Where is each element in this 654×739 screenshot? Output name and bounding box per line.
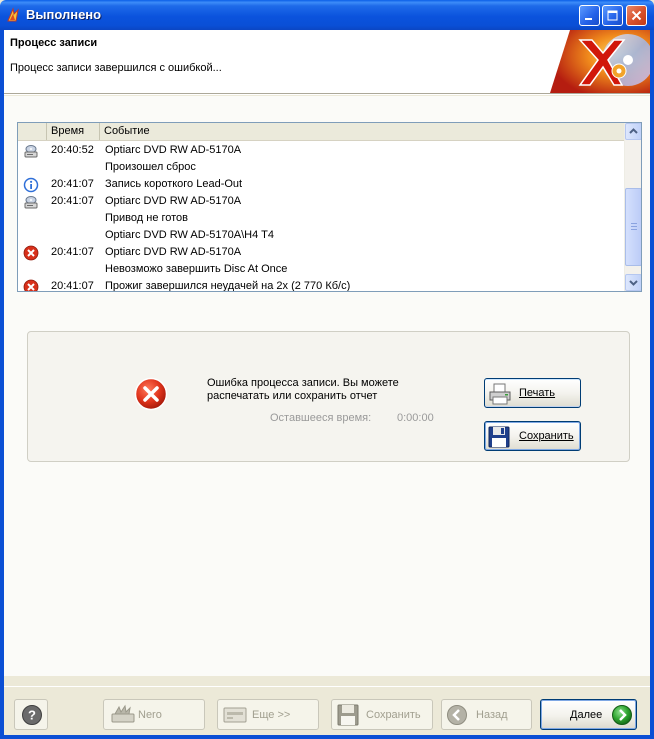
maximize-button[interactable] xyxy=(602,5,623,26)
header-divider xyxy=(4,93,650,95)
log-time: 20:41:07 xyxy=(51,280,94,292)
back-button[interactable]: Назад xyxy=(441,699,532,730)
window-frame-bottom xyxy=(0,735,654,739)
drive-options-icon xyxy=(223,707,247,723)
nero-label: Nero xyxy=(138,708,162,721)
log-list[interactable]: Время Событие 20:40:52 Optiarc DVD RW AD… xyxy=(17,122,642,292)
header-subtitle: Процесс записи завершился с ошибкой... xyxy=(10,62,222,74)
nero-button[interactable]: Nero xyxy=(103,699,205,730)
column-icon[interactable] xyxy=(18,123,47,140)
wizard-header: Процесс записи Процесс записи завершился… xyxy=(4,30,650,93)
arrow-right-icon xyxy=(612,705,632,725)
footer-save-button[interactable]: Сохранить xyxy=(331,699,433,730)
nero-burn-icon xyxy=(111,704,135,723)
log-row[interactable]: Optiarc DVD RW AD-5170A\H4 T4 xyxy=(18,227,625,244)
more-label: Еще >> xyxy=(252,708,291,721)
nero-flame-icon xyxy=(7,7,19,22)
log-row[interactable]: Произошел сброс xyxy=(18,159,625,176)
header-title: Процесс записи xyxy=(10,37,98,49)
chevron-down-icon xyxy=(629,280,638,286)
arrow-left-icon xyxy=(447,705,467,725)
help-button[interactable]: ? xyxy=(14,699,48,730)
title-bar[interactable]: Выполнено xyxy=(0,0,654,30)
log-event: Optiarc DVD RW AD-5170A\H4 T4 xyxy=(105,229,274,241)
log-event: Optiarc DVD RW AD-5170A xyxy=(105,195,242,207)
log-header: Время Событие xyxy=(18,123,625,141)
error-icon xyxy=(23,245,39,261)
log-row[interactable]: 20:40:52 Optiarc DVD RW AD-5170A xyxy=(18,142,625,159)
print-button[interactable]: Печать xyxy=(484,378,581,408)
log-row[interactable]: 20:41:07 Optiarc DVD RW AD-5170A xyxy=(18,244,625,261)
drive-icon xyxy=(24,145,38,158)
log-row[interactable]: 20:41:07 Optiarc DVD RW AD-5170A xyxy=(18,193,625,210)
minimize-icon xyxy=(585,18,592,20)
scroll-up-button[interactable] xyxy=(625,123,641,140)
svg-text:?: ? xyxy=(28,708,36,723)
log-row[interactable]: Невозможо завершить Disc At Once xyxy=(18,261,625,278)
floppy-icon xyxy=(488,426,510,448)
log-event: Привод не готов xyxy=(105,212,189,224)
column-time[interactable]: Время xyxy=(47,123,100,140)
printer-icon xyxy=(489,383,511,405)
more-button[interactable]: Еще >> xyxy=(217,699,319,730)
error-icon xyxy=(23,279,39,291)
print-label: Печать xyxy=(519,387,556,399)
window-title: Выполнено xyxy=(26,7,102,22)
log-time: 20:41:07 xyxy=(51,246,94,258)
footer-save-label: Сохранить xyxy=(366,708,421,721)
next-label: Далее xyxy=(570,708,603,721)
log-body: 20:40:52 Optiarc DVD RW AD-5170A Произош… xyxy=(18,142,625,292)
chevron-up-icon xyxy=(629,128,638,134)
error-icon xyxy=(134,377,168,411)
minimize-button[interactable] xyxy=(579,5,600,26)
log-event: Optiarc DVD RW AD-5170A xyxy=(105,144,242,156)
drive-icon xyxy=(24,196,38,209)
log-time: 20:41:07 xyxy=(51,178,94,190)
close-button[interactable] xyxy=(626,5,647,26)
log-event: Невозможо завершить Disc At Once xyxy=(105,263,288,275)
help-icon: ? xyxy=(22,705,42,725)
maximize-icon xyxy=(607,10,618,21)
log-scrollbar[interactable] xyxy=(624,123,641,291)
log-event: Прожиг завершился неудачей на 2x (2 770 … xyxy=(105,280,351,292)
nero-logo-icon xyxy=(550,30,650,93)
scroll-down-button[interactable] xyxy=(625,274,641,291)
log-row[interactable]: 20:41:07 Запись короткого Lead-Out xyxy=(18,176,625,193)
log-row[interactable]: 20:41:07 Прожиг завершился неудачей на 2… xyxy=(18,278,625,292)
log-event: Запись короткого Lead-Out xyxy=(105,178,243,190)
log-row[interactable]: Привод не готов xyxy=(18,210,625,227)
column-event[interactable]: Событие xyxy=(100,123,625,140)
back-label: Назад xyxy=(476,708,508,721)
log-time: 20:40:52 xyxy=(51,144,94,156)
window-frame-right xyxy=(650,30,654,739)
save-report-label: Сохранить xyxy=(519,430,574,442)
grip-icon xyxy=(631,223,637,230)
save-report-button[interactable]: Сохранить xyxy=(484,421,581,451)
remaining-time-label: Оставшееся время: xyxy=(270,412,372,424)
log-event: Optiarc DVD RW AD-5170A xyxy=(105,246,242,258)
close-icon xyxy=(631,10,642,21)
remaining-time-value: 0:00:00 xyxy=(397,412,434,424)
floppy-icon xyxy=(337,704,359,726)
log-time: 20:41:07 xyxy=(51,195,94,207)
scroll-thumb[interactable] xyxy=(625,188,641,266)
log-event: Произошел сброс xyxy=(105,161,196,173)
next-button[interactable]: Далее xyxy=(540,699,637,730)
info-icon xyxy=(23,177,39,193)
error-message: Ошибка процесса записи. Вы можете распеч… xyxy=(207,377,399,402)
